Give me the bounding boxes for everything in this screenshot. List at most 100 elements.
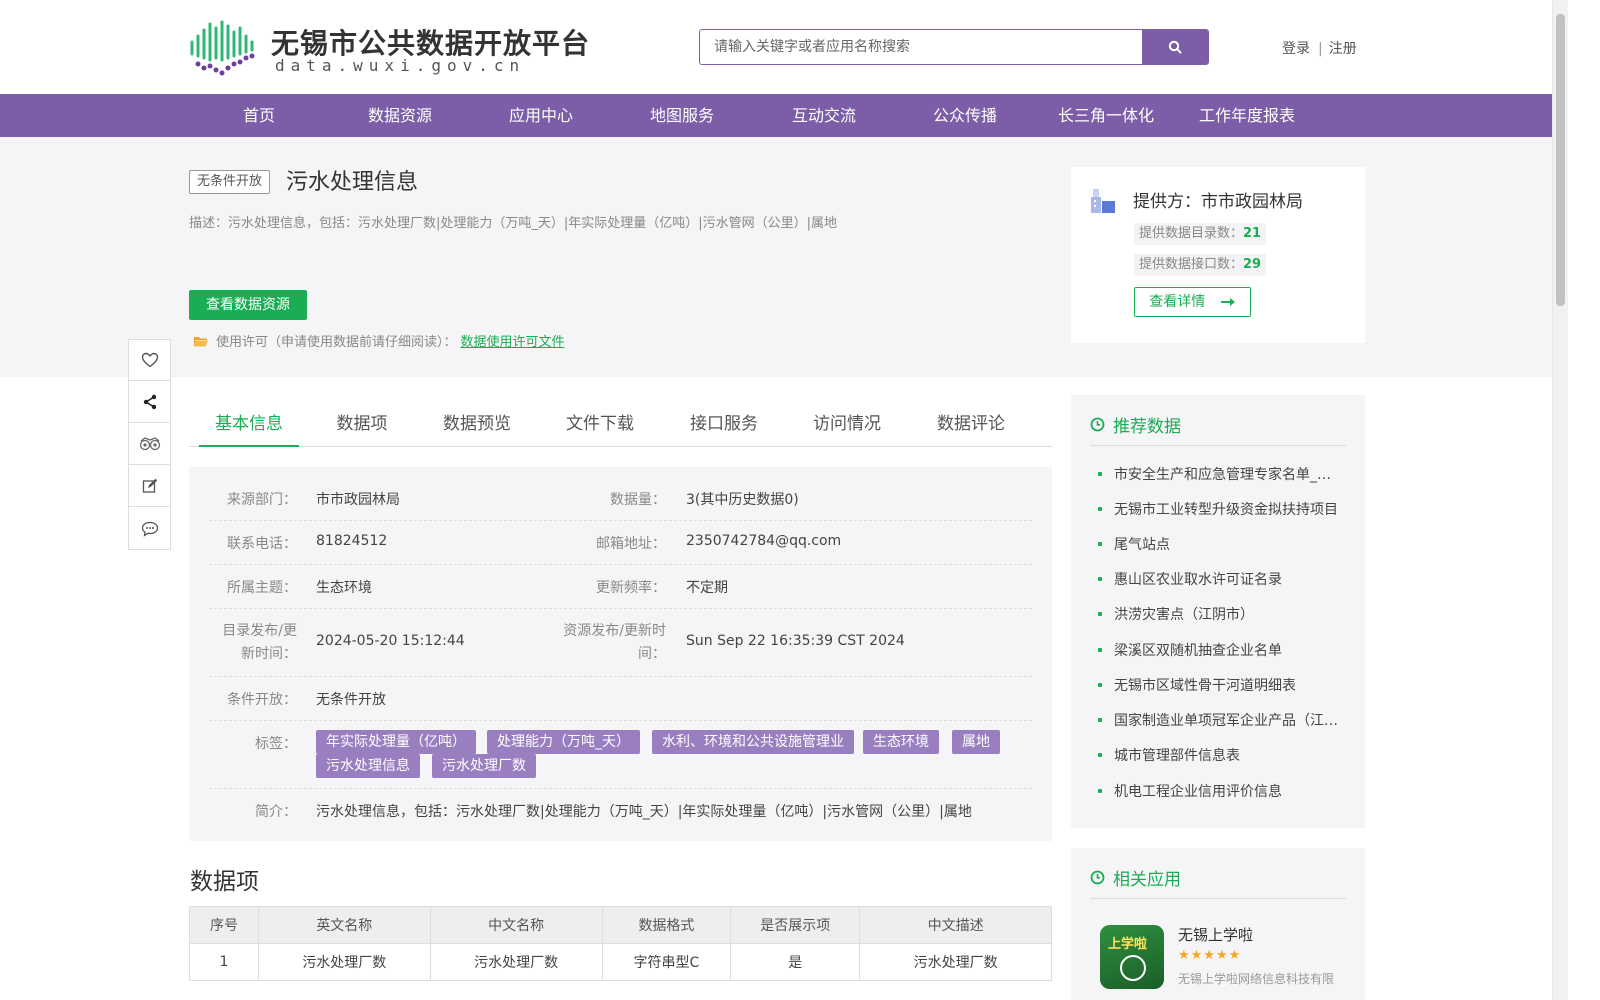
source-value: 市市政园林局 xyxy=(316,492,400,508)
view-provider-detail-button[interactable]: 查看详情 xyxy=(1134,287,1251,317)
phone-value: 81824512 xyxy=(316,533,388,549)
catalog-time-label-line2: 新时间： xyxy=(241,646,297,662)
tab-data-comments[interactable]: 数据评论 xyxy=(931,405,1011,447)
tab-api-service[interactable]: 接口服务 xyxy=(684,405,764,447)
app-name[interactable]: 无锡上学啦 xyxy=(1178,924,1253,945)
data-items-table: 序号 英文名称 中文名称 数据格式 是否展示项 中文描述 1 污水处理厂数 污水… xyxy=(189,906,1052,981)
tag-item[interactable]: 生态环境 xyxy=(863,730,939,754)
recommended-item[interactable]: 尾气站点 xyxy=(1098,534,1342,554)
detail-tabs: 基本信息 数据项 数据预览 文件下载 接口服务 访问情况 数据评论 xyxy=(189,405,1052,447)
condition-value: 无条件开放 xyxy=(316,692,386,708)
tag-item[interactable]: 年实际处理量（亿吨） xyxy=(316,730,476,754)
favorite-button[interactable] xyxy=(129,340,170,381)
recommended-item[interactable]: 无锡市工业转型升级资金拟扶持项目 xyxy=(1098,499,1342,519)
info-row: 来源部门： 市市政园林局 数据量： 3(其中历史数据0) xyxy=(209,477,1032,521)
recommended-header: 推荐数据 xyxy=(1090,412,1346,446)
volume-value: 3(其中历史数据0) xyxy=(686,492,799,508)
basic-info-panel: 来源部门： 市市政园林局 数据量： 3(其中历史数据0) 联系电话： 81824… xyxy=(189,467,1052,841)
window-margin xyxy=(1568,0,1600,1000)
recommended-item[interactable]: 无锡市区域性骨干河道明细表 xyxy=(1098,675,1342,695)
catalog-time-label-line1: 目录发布/更 xyxy=(222,623,297,639)
info-row: 联系电话： 81824512 邮箱地址： 2350742784@qq.com xyxy=(209,521,1032,565)
folder-icon xyxy=(194,336,208,346)
tag-item[interactable]: 水利、环境和公共设施管理业 xyxy=(652,730,854,754)
api-count-stat: 提供数据接口数：29 xyxy=(1134,254,1267,276)
site-logo[interactable]: 无锡市公共数据开放平台 data.wuxi.gov.cn xyxy=(189,20,589,76)
tab-data-preview[interactable]: 数据预览 xyxy=(437,405,517,447)
binoculars-icon xyxy=(139,437,160,451)
side-toolbar xyxy=(128,339,171,550)
recommended-item[interactable]: 梁溪区双随机抽查企业名单 xyxy=(1098,640,1342,660)
tab-file-download[interactable]: 文件下载 xyxy=(560,405,640,447)
search-icon xyxy=(1168,40,1182,54)
catalog-count-label: 提供数据目录数： xyxy=(1139,226,1244,241)
app-icon-text: 上学啦 xyxy=(1108,937,1148,952)
provider-name: 提供方：市市政园林局 xyxy=(1133,192,1303,212)
catalog-time-label: 目录发布/更 新时间： xyxy=(222,620,297,666)
comment-button[interactable] xyxy=(129,508,170,549)
data-items-title: 数据项 xyxy=(190,869,259,895)
frequency-label: 更新频率： xyxy=(596,580,666,596)
app-description: 无锡上学啦网络信息科技有限 xyxy=(1178,972,1335,986)
topic-value: 生态环境 xyxy=(316,580,372,596)
search-input[interactable] xyxy=(700,30,1142,64)
heart-icon xyxy=(141,352,158,368)
nav-item-map-service[interactable]: 地图服务 xyxy=(642,94,722,137)
nav-item-app-center[interactable]: 应用中心 xyxy=(501,94,581,137)
nav-item-yangtze-delta[interactable]: 长三角一体化 xyxy=(1056,94,1156,137)
app-icon[interactable]: 上学啦 xyxy=(1100,925,1164,989)
catalog-time-value: 2024-05-20 15:12:44 xyxy=(316,633,465,649)
intro-label: 简介： xyxy=(255,804,297,820)
source-label: 来源部门： xyxy=(227,492,297,508)
logo-mark-icon xyxy=(190,20,255,76)
tab-basic-info[interactable]: 基本信息 xyxy=(199,405,299,447)
nav-item-home[interactable]: 首页 xyxy=(219,94,299,137)
register-link[interactable]: 注册 xyxy=(1329,41,1357,57)
tab-access-stats[interactable]: 访问情况 xyxy=(807,405,887,447)
recommended-item[interactable]: 国家制造业单项冠军企业产品（江苏） xyxy=(1098,710,1342,730)
info-row: 简介： 污水处理信息，包括：污水处理厂数|处理能力（万吨_天）|年实际处理量（亿… xyxy=(209,789,1032,833)
recommended-item[interactable]: 洪涝灾害点（江阴市） xyxy=(1098,604,1342,624)
email-value: 2350742784@qq.com xyxy=(686,533,842,549)
license-file-link[interactable]: 数据使用许可文件 xyxy=(461,331,565,350)
resource-time-label-line1: 资源发布/更新时 xyxy=(563,623,666,639)
recommended-item[interactable]: 城市管理部件信息表 xyxy=(1098,745,1342,765)
recommended-item[interactable]: 市安全生产和应急管理专家名单_政府 xyxy=(1098,464,1342,484)
site-header: 无锡市公共数据开放平台 data.wuxi.gov.cn 登录 | 注册 xyxy=(0,0,1552,94)
edit-button[interactable] xyxy=(129,466,170,507)
view-data-resource-button[interactable]: 查看数据资源 xyxy=(189,290,307,320)
edit-icon xyxy=(142,478,157,493)
column-header: 数据格式 xyxy=(601,906,732,944)
search-button[interactable] xyxy=(1142,30,1208,64)
recommended-title: 推荐数据 xyxy=(1113,417,1181,437)
nav-item-public-communication[interactable]: 公众传播 xyxy=(925,94,1005,137)
related-apps-header: 相关应用 xyxy=(1090,865,1346,899)
resource-time-label-line2: 间： xyxy=(638,646,666,662)
tag-item[interactable]: 属地 xyxy=(952,730,1000,754)
column-header: 序号 xyxy=(189,906,259,944)
volume-label: 数据量： xyxy=(610,492,666,508)
nav-item-data-resources[interactable]: 数据资源 xyxy=(360,94,440,137)
clock-icon xyxy=(1090,870,1105,885)
license-label: 使用许可（申请使用数据前请仔细阅读）： xyxy=(216,335,457,350)
nav-item-interaction[interactable]: 互动交流 xyxy=(784,94,864,137)
detail-button-label: 查看详情 xyxy=(1149,294,1206,310)
tab-data-items[interactable]: 数据项 xyxy=(322,405,402,447)
share-button[interactable] xyxy=(129,382,170,423)
tag-item[interactable]: 污水处理厂数 xyxy=(432,754,536,778)
recommended-item[interactable]: 机电工程企业信用评价信息 xyxy=(1098,781,1342,801)
table-cell: 1 xyxy=(189,943,259,981)
recommended-item[interactable]: 惠山区农业取水许可证名录 xyxy=(1098,569,1342,589)
clock-icon xyxy=(1090,417,1105,432)
license-line: 使用许可（申请使用数据前请仔细阅读）： 数据使用许可文件 xyxy=(193,331,565,350)
tag-item[interactable]: 处理能力（万吨_天） xyxy=(487,730,640,754)
nav-item-annual-report[interactable]: 工作年度报表 xyxy=(1197,94,1297,137)
scrollbar-thumb[interactable] xyxy=(1556,14,1565,306)
topic-label: 所属主题： xyxy=(227,580,297,596)
app-rating-stars: ★★★★★ xyxy=(1178,948,1242,963)
watch-button[interactable] xyxy=(129,424,170,465)
page-scrollbar[interactable] xyxy=(1552,0,1568,1000)
login-link[interactable]: 登录 xyxy=(1282,41,1310,57)
info-row: 条件开放： 无条件开放 xyxy=(209,677,1032,721)
tag-item[interactable]: 污水处理信息 xyxy=(316,754,420,778)
